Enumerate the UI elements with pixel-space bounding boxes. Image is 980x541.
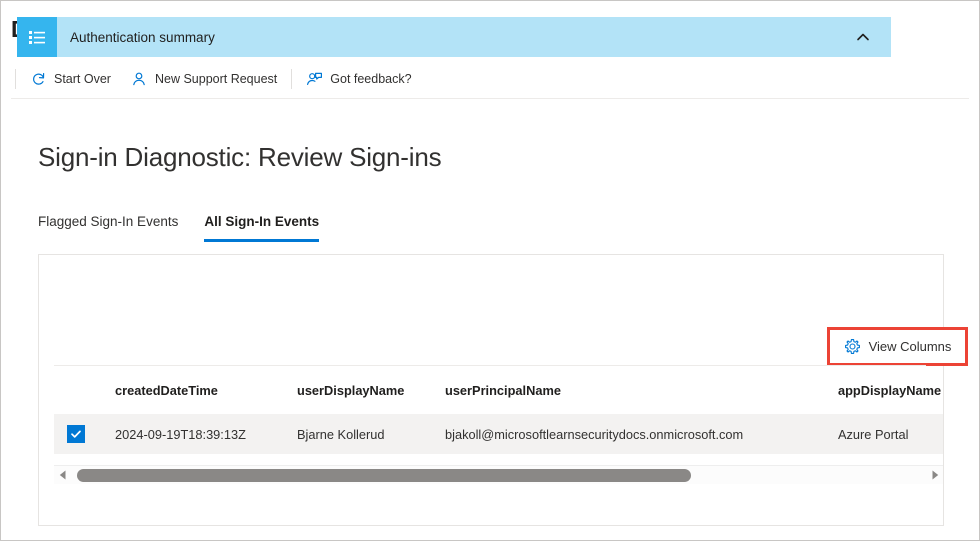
chevron-up-icon[interactable] <box>853 27 873 47</box>
scrollbar-track[interactable] <box>71 466 926 485</box>
start-over-label: Start Over <box>54 71 111 86</box>
sign-ins-table: createdDateTime userDisplayName userPrin… <box>54 366 943 463</box>
authentication-summary-accordion[interactable]: Authentication summary <box>17 17 891 57</box>
tab-all-label: All Sign-In Events <box>204 213 320 229</box>
accordion-title: Authentication summary <box>70 29 215 45</box>
new-support-request-button[interactable]: New Support Request <box>121 63 287 95</box>
app-window: Diagnose and solve problems Start Over <box>0 0 980 541</box>
cell-appdisplayname: Azure Portal <box>838 426 909 442</box>
view-columns-button[interactable]: View Columns <box>838 333 958 361</box>
feedback-person-icon <box>306 70 323 87</box>
person-icon <box>131 70 148 87</box>
view-columns-highlight: View Columns <box>827 327 968 366</box>
command-separator-left <box>15 68 16 89</box>
column-header-appdisplayname[interactable]: appDisplayName <box>838 383 943 398</box>
tab-flagged-label: Flagged Sign-In Events <box>38 213 179 229</box>
pivot-tabs: Flagged Sign-In Events All Sign-In Event… <box>38 204 345 242</box>
column-header-createddatetime[interactable]: createdDateTime <box>115 383 297 398</box>
row-select-cell <box>54 425 115 443</box>
scroll-left-arrow-icon[interactable] <box>54 466 71 485</box>
cell-userprincipalname: bjakoll@microsoftlearnsecuritydocs.onmic… <box>445 426 744 442</box>
tab-all-sign-in-events[interactable]: All Sign-In Events <box>204 204 320 242</box>
view-columns-label: View Columns <box>868 339 952 354</box>
cell-createddatetime: 2024-09-19T18:39:13Z <box>115 426 246 442</box>
command-bar: Start Over New Support Request Got feedb… <box>11 59 969 99</box>
new-support-request-label: New Support Request <box>154 71 278 86</box>
got-feedback-button[interactable]: Got feedback? <box>296 63 421 95</box>
table-header-row: createdDateTime userDisplayName userPrin… <box>54 366 943 414</box>
column-header-userdisplayname[interactable]: userDisplayName <box>297 383 445 398</box>
column-header-userprincipalname[interactable]: userPrincipalName <box>445 383 838 398</box>
cell-userdisplayname: Bjarne Kollerud <box>297 426 385 442</box>
table-row[interactable]: 2024-09-19T18:39:13Z Bjarne Kollerud bja… <box>54 414 943 454</box>
horizontal-scrollbar[interactable] <box>54 465 943 484</box>
gear-icon <box>844 338 861 355</box>
scrollbar-thumb[interactable] <box>77 468 691 482</box>
section-title: Sign-in Diagnostic: Review Sign-ins <box>38 142 442 172</box>
scroll-right-arrow-icon[interactable] <box>926 466 943 485</box>
summary-list-icon <box>17 17 57 57</box>
tab-flagged-sign-in-events[interactable]: Flagged Sign-In Events <box>38 204 178 238</box>
command-separator-right <box>291 68 293 89</box>
row-checkbox[interactable] <box>67 425 85 443</box>
start-over-button[interactable]: Start Over <box>20 63 121 95</box>
refresh-icon <box>30 70 47 87</box>
got-feedback-label: Got feedback? <box>330 71 412 86</box>
